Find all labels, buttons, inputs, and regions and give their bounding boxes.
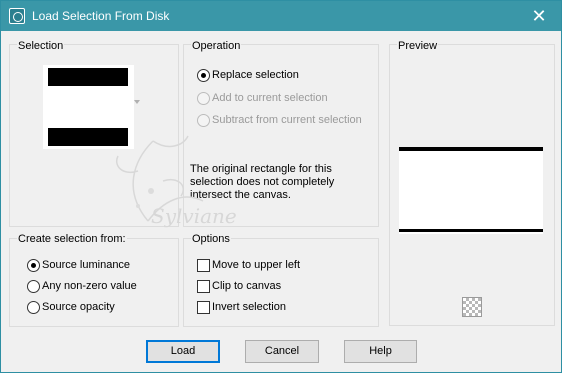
checkerboard-icon[interactable] <box>462 297 482 317</box>
checkbox-invert-selection-label[interactable]: Invert selection <box>212 301 286 313</box>
app-icon <box>9 8 25 24</box>
load-button[interactable]: Load <box>146 340 220 363</box>
close-icon[interactable]: ✕ <box>519 1 559 31</box>
selection-group-label: Selection <box>17 40 65 52</box>
thumbnail-dropdown-arrow-icon[interactable] <box>134 100 140 104</box>
preview-canvas <box>399 147 543 234</box>
cancel-button[interactable]: Cancel <box>245 340 319 363</box>
preview-group-label: Preview <box>397 40 439 52</box>
dialog-window: Load Selection From Disk ✕ Selection Ope… <box>0 0 562 373</box>
operation-group-label: Operation <box>191 40 242 52</box>
preview-top-band <box>399 147 543 151</box>
radio-add-to-selection-label[interactable]: Add to current selection <box>212 92 328 104</box>
radio-source-luminance-label[interactable]: Source luminance <box>42 259 130 271</box>
radio-subtract-from-selection-label[interactable]: Subtract from current selection <box>212 114 362 126</box>
radio-replace-selection[interactable] <box>197 69 210 82</box>
checkbox-invert-selection[interactable] <box>197 301 210 314</box>
checkbox-clip-to-canvas[interactable] <box>197 280 210 293</box>
intersection-warning-text: The original rectangle for this selectio… <box>190 163 335 201</box>
radio-source-luminance[interactable] <box>27 259 40 272</box>
radio-source-opacity-label[interactable]: Source opacity <box>42 301 115 313</box>
radio-replace-selection-label[interactable]: Replace selection <box>212 69 299 81</box>
checkbox-clip-to-canvas-label[interactable]: Clip to canvas <box>212 280 281 292</box>
radio-add-to-selection[interactable] <box>197 92 210 105</box>
options-group-label: Options <box>191 233 231 245</box>
checkbox-move-to-upper-left[interactable] <box>197 259 210 272</box>
help-button[interactable]: Help <box>344 340 417 363</box>
checkbox-move-to-upper-left-label[interactable]: Move to upper left <box>212 259 300 271</box>
title-bar[interactable]: Load Selection From Disk ✕ <box>1 1 561 31</box>
radio-subtract-from-selection[interactable] <box>197 114 210 127</box>
window-title: Load Selection From Disk <box>32 9 170 23</box>
thumbnail-top-band <box>48 68 128 86</box>
selection-thumbnail[interactable] <box>43 65 134 149</box>
preview-bottom-band <box>399 229 543 232</box>
thumbnail-bottom-band <box>48 128 128 146</box>
create-from-group-label: Create selection from: <box>17 233 127 245</box>
radio-source-opacity[interactable] <box>27 301 40 314</box>
radio-any-non-zero[interactable] <box>27 280 40 293</box>
radio-any-non-zero-label[interactable]: Any non-zero value <box>42 280 137 292</box>
